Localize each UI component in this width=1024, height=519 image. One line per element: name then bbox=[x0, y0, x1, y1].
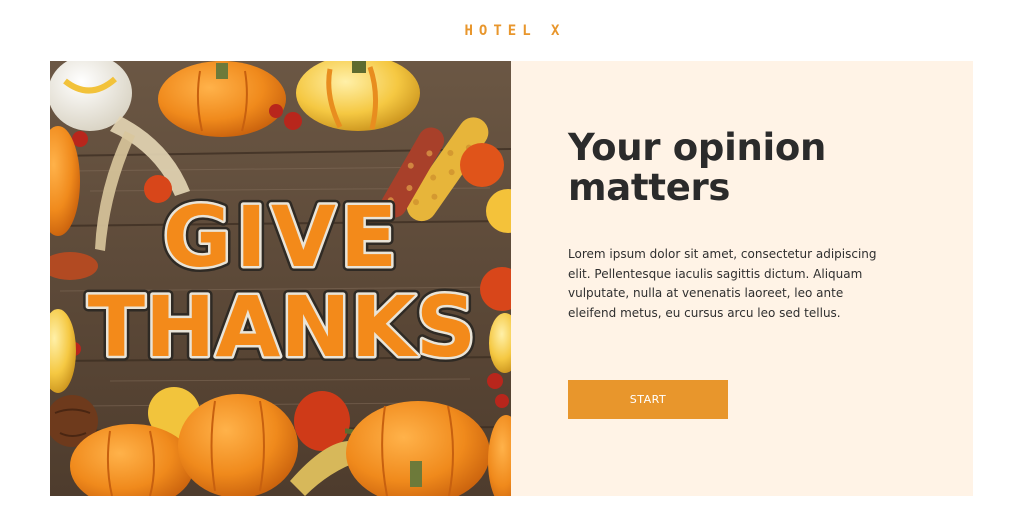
survey-intro-card: GIVE GIVE GIVE THANKS THANKS THANKS Your… bbox=[50, 61, 973, 496]
svg-text:GIVE: GIVE bbox=[163, 188, 402, 286]
content-panel: Your opinion matters Lorem ipsum dolor s… bbox=[511, 61, 973, 496]
svg-text:THANKS: THANKS bbox=[88, 278, 477, 376]
thanksgiving-illustration: GIVE GIVE GIVE THANKS THANKS THANKS bbox=[50, 61, 511, 496]
start-button[interactable]: START bbox=[568, 380, 728, 419]
site-header: HOTEL X bbox=[0, 0, 1024, 61]
page-title: Your opinion matters bbox=[568, 126, 827, 209]
description-text: Lorem ipsum dolor sit amet, consectetur … bbox=[568, 247, 877, 320]
hero-image: GIVE GIVE GIVE THANKS THANKS THANKS bbox=[50, 61, 511, 496]
brand-logo[interactable]: HOTEL X bbox=[458, 23, 565, 39]
